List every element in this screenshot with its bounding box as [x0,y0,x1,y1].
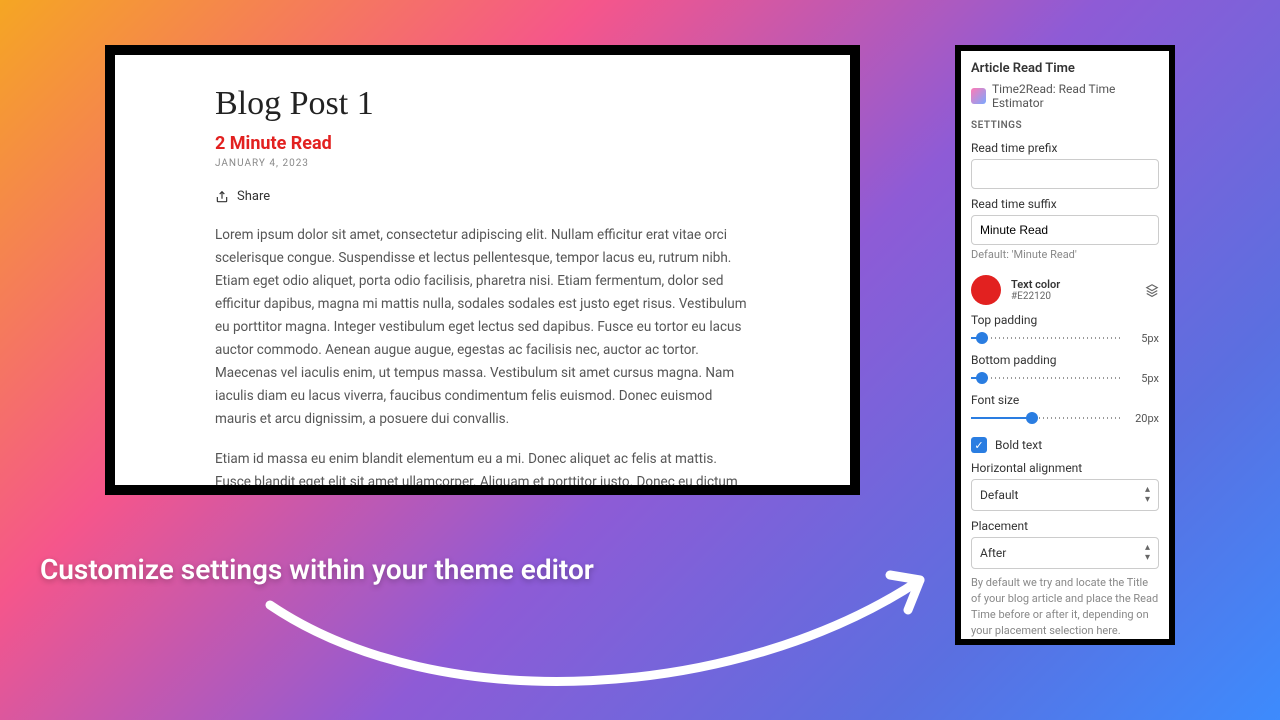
share-button[interactable]: Share [215,189,750,204]
share-label: Share [237,189,270,204]
prefix-label: Read time prefix [971,141,1159,155]
halign-select[interactable]: Default ▴▾ [971,479,1159,511]
settings-panel-frame: Article Read Time Time2Read: Read Time E… [955,45,1175,645]
suffix-input[interactable] [971,215,1159,245]
halign-label: Horizontal alignment [971,461,1159,475]
bottom-padding-value: 5px [1129,372,1159,385]
bottom-padding-label: Bottom padding [971,353,1159,367]
placement-value: After [980,546,1006,560]
share-icon [215,190,229,204]
color-swatch [971,275,1001,305]
bold-text-label: Bold text [995,438,1042,452]
chevron-updown-icon: ▴▾ [1145,543,1150,563]
color-label: Text color [1011,278,1135,291]
app-name: Time2Read: Read Time Estimator [992,82,1159,110]
blog-paragraph: Lorem ipsum dolor sit amet, consectetur … [215,224,750,430]
settings-panel: Article Read Time Time2Read: Read Time E… [961,51,1169,639]
blog-preview: Blog Post 1 2 Minute Read JANUARY 4, 202… [115,55,850,485]
top-padding-slider[interactable] [971,331,1123,345]
halign-value: Default [980,488,1018,502]
bold-text-checkbox[interactable]: ✓ Bold text [971,437,1159,453]
font-size-slider[interactable] [971,411,1123,425]
app-identity[interactable]: Time2Read: Read Time Estimator [971,82,1159,110]
page-background: Blog Post 1 2 Minute Read JANUARY 4, 202… [0,0,1280,720]
blog-title: Blog Post 1 [215,85,750,123]
app-icon [971,88,986,104]
placement-label: Placement [971,519,1159,533]
prefix-input[interactable] [971,159,1159,189]
font-size-label: Font size [971,393,1159,407]
top-padding-label: Top padding [971,313,1159,327]
bottom-padding-slider[interactable] [971,371,1123,385]
blog-date: JANUARY 4, 2023 [215,158,750,169]
top-padding-value: 5px [1129,332,1159,345]
blog-paragraph: Etiam id massa eu enim blandit elementum… [215,448,750,485]
blog-body: Lorem ipsum dolor sit amet, consectetur … [215,224,750,485]
placement-select[interactable]: After ▴▾ [971,537,1159,569]
settings-section-header: SETTINGS [971,120,1159,131]
suffix-hint: Default: 'Minute Read' [971,248,1159,261]
text-color-picker[interactable]: Text color #E22120 [971,275,1159,305]
marketing-caption: Customize settings within your theme edi… [40,553,594,586]
checkmark-icon: ✓ [971,437,987,453]
chevron-updown-icon: ▴▾ [1145,485,1150,505]
font-size-value: 20px [1129,412,1159,425]
read-time-badge: 2 Minute Read [215,133,750,154]
suffix-label: Read time suffix [971,197,1159,211]
panel-title: Article Read Time [971,61,1159,76]
blog-preview-frame: Blog Post 1 2 Minute Read JANUARY 4, 202… [105,45,860,495]
color-hex: #E22120 [1011,291,1135,302]
layers-icon [1145,283,1159,297]
placement-description: By default we try and locate the Title o… [971,575,1159,639]
